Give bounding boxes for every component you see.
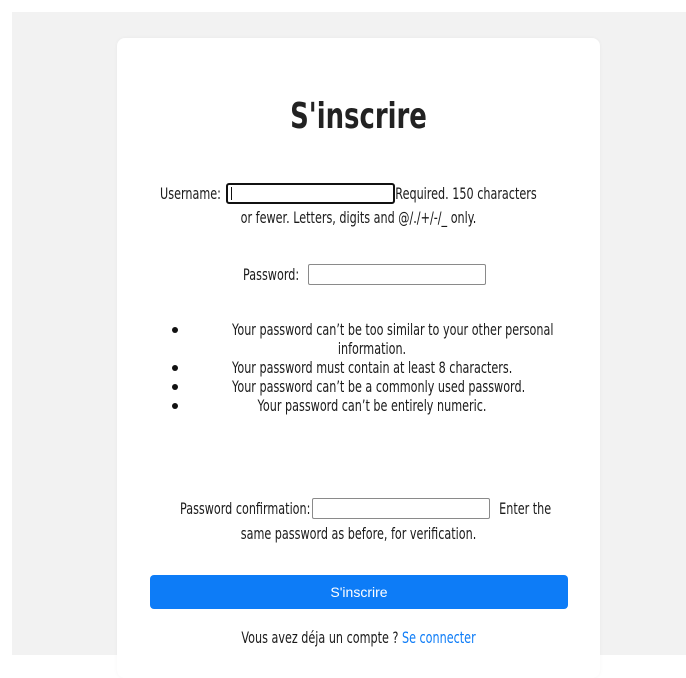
password-row: Password:: [117, 264, 600, 285]
list-item: Your password can’t be a commonly used p…: [172, 377, 572, 396]
username-input[interactable]: [225, 183, 396, 204]
password-rules-list: Your password can’t be too similar to yo…: [172, 320, 572, 415]
password-input[interactable]: [307, 264, 486, 285]
bullet-icon: [172, 365, 178, 371]
signup-card: S'inscrire Username: Required. 150 chara…: [117, 38, 600, 678]
login-prompt: Vous avez déja un compte ? Se connecter: [189, 628, 527, 647]
bullet-icon: [172, 327, 178, 333]
login-prompt-text: Vous avez déja un compte ?: [241, 628, 399, 647]
list-item: Your password can’t be too similar to yo…: [172, 320, 572, 358]
page-title: S'inscrire: [290, 96, 427, 137]
bullet-icon: [172, 384, 178, 390]
username-help-text-2: or fewer. Letters, digits and @/./+/-/_ …: [240, 208, 477, 227]
list-item: Your password can’t be entirely numeric.: [172, 396, 572, 415]
bullet-icon: [172, 403, 178, 409]
signup-button[interactable]: S'inscrire: [150, 575, 568, 609]
username-label: Username:: [160, 184, 221, 203]
password-confirmation-help-text-2: same password as before, for verificatio…: [240, 524, 477, 543]
password-confirmation-input[interactable]: [312, 498, 491, 519]
username-row: Username: Required. 150 characters: [147, 183, 567, 204]
login-link[interactable]: Se connecter: [402, 628, 476, 647]
list-item: Your password must contain at least 8 ch…: [172, 358, 572, 377]
password-confirmation-row: Password confirmation: Enter the: [147, 498, 567, 519]
text-caret: [230, 187, 232, 200]
password-label: Password:: [243, 265, 300, 284]
password-confirmation-label: Password confirmation:: [179, 499, 311, 518]
password-confirmation-help-text: Enter the: [499, 499, 552, 518]
username-help-text: Required. 150 characters: [395, 184, 537, 203]
